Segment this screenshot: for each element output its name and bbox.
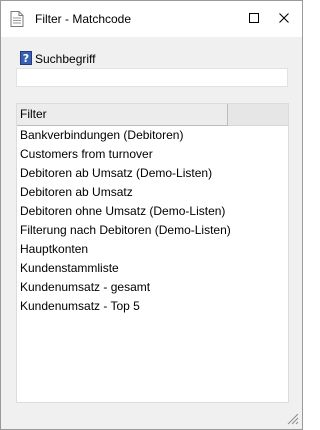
help-icon[interactable]: ? — [20, 51, 32, 65]
filter-grid: Filter Bankverbindungen (Debitoren) Cust… — [16, 103, 289, 403]
filter-matchcode-window: Filter - Matchcode ? Suchbegriff Filter … — [0, 0, 303, 430]
grid-rows: Bankverbindungen (Debitoren) Customers f… — [17, 126, 231, 316]
list-item[interactable]: Debitoren ab Umsatz (Demo-Listen) — [17, 164, 228, 183]
list-item[interactable]: Kundenumsatz - gesamt — [17, 278, 228, 297]
column-header-filter[interactable]: Filter — [17, 104, 228, 126]
search-label: Suchbegriff — [35, 52, 96, 66]
list-item[interactable]: Filterung nach Debitoren (Demo-Listen) — [17, 221, 231, 240]
svg-text:?: ? — [23, 52, 29, 65]
list-item[interactable]: Kundenumsatz - Top 5 — [17, 297, 228, 316]
list-item[interactable]: Customers from turnover — [17, 145, 228, 164]
close-icon — [279, 10, 289, 28]
search-input[interactable] — [16, 68, 288, 87]
list-item[interactable]: Kundenstammliste — [17, 259, 228, 278]
document-icon — [10, 11, 24, 27]
window-title: Filter - Matchcode — [35, 12, 132, 26]
list-item[interactable]: Hauptkonten — [17, 240, 228, 259]
search-label-row: ? Suchbegriff — [16, 48, 288, 68]
maximize-icon — [249, 10, 259, 28]
close-button[interactable] — [269, 1, 299, 37]
list-item[interactable]: Debitoren ab Umsatz — [17, 183, 228, 202]
resize-grip-icon[interactable] — [285, 411, 299, 425]
list-item[interactable]: Bankverbindungen (Debitoren) — [17, 126, 228, 145]
list-item[interactable]: Debitoren ohne Umsatz (Demo-Listen) — [17, 202, 228, 221]
maximize-button[interactable] — [239, 1, 269, 37]
title-bar[interactable]: Filter - Matchcode — [1, 1, 302, 37]
